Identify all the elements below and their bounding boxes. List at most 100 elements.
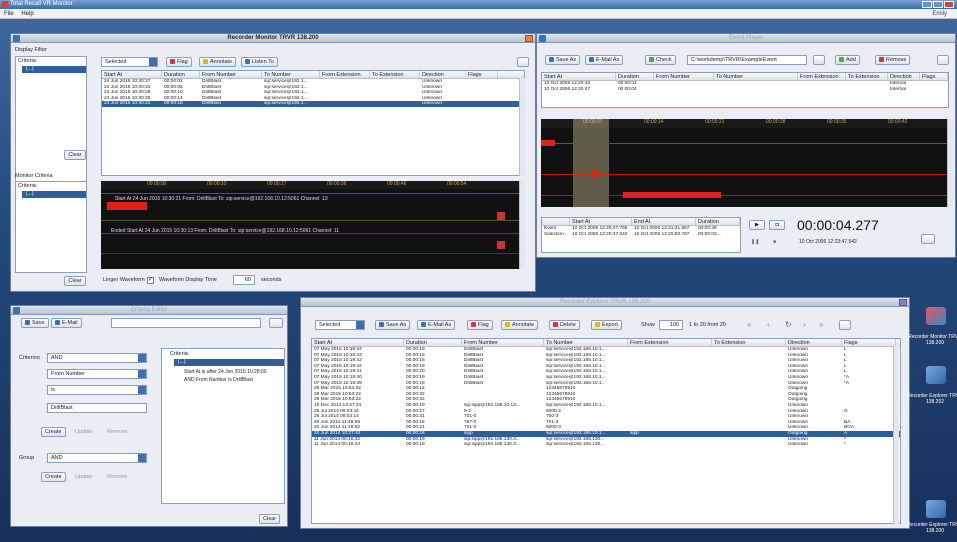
event-info-row[interactable]: Selection 10 Oct 2006 12:20:47.042 10 Oct … [542,232,740,238]
explorer-flag-button[interactable]: Flag [467,320,493,330]
monitor-col-header[interactable]: Duration [162,71,200,78]
monitor-col-header[interactable]: From Extension [320,71,370,78]
stop-icon[interactable]: ■ [773,239,776,245]
explorer-selected-combo[interactable]: Selected [315,320,365,330]
waveform-time-input[interactable]: 60 [233,275,255,285]
listen-button[interactable]: Listen To [241,57,278,67]
show-count-input[interactable]: 100 [659,320,683,330]
layout-icon[interactable] [839,320,851,330]
add-button[interactable]: Add [835,55,860,65]
remove-criterion-button[interactable]: Remove [107,429,127,435]
clear-criteria-button[interactable]: Clear [259,514,281,524]
event-col-header[interactable]: To Number [714,73,798,80]
event-col-header[interactable]: Flags [920,73,948,80]
explorer-col-header[interactable]: To Number [544,339,628,346]
event-col-header[interactable]: From Extension [798,73,846,80]
save-as-button[interactable]: Save As [545,55,581,65]
check-button[interactable]: Check [645,55,676,65]
update-criterion-button[interactable]: Update [75,429,93,435]
refresh-icon[interactable]: ↻ [785,320,792,329]
clear-monitor-button[interactable]: Clear [64,276,86,286]
explorer-col-header[interactable]: To Extension [712,339,786,346]
play-button[interactable]: ▶ [749,220,765,230]
monitor-criteria-item[interactable]: (...) [22,191,86,198]
annotate-button[interactable]: Annotate [199,57,237,67]
explorer-col-header[interactable]: Flags [842,339,896,346]
event-col-header[interactable]: Start At [542,73,616,80]
explorer-save-as-button[interactable]: Save As [375,320,411,330]
save-criteria-button[interactable]: Save [21,318,49,328]
first-page-icon[interactable]: « [747,320,751,329]
create-group-button[interactable]: Create [41,472,66,482]
criteria-item[interactable]: (...) [22,66,86,73]
monitor-col-header[interactable]: From Number [200,71,262,78]
last-page-icon[interactable]: » [819,320,823,329]
event-path-field[interactable]: C:\workdemp\TRVR\ExampleEvent [687,55,807,65]
open-icon[interactable] [269,318,283,328]
monitor-col-header[interactable]: Direction [420,71,466,78]
criteria-name-field[interactable] [111,318,261,328]
recorder-monitor-desktop-icon[interactable] [926,307,946,325]
close-button[interactable] [944,1,954,8]
monitor-col-header[interactable]: Start At [102,71,162,78]
monitor-col-header[interactable]: To Number [262,71,320,78]
loop-button[interactable]: ◘ [769,220,785,230]
field-combo[interactable]: From Number [47,369,147,379]
tree-item[interactable]: (...) [174,359,284,366]
event-info-col-header[interactable]: Start At [570,218,632,225]
event-waveform-scrollbar[interactable] [947,119,953,207]
restore-icon[interactable] [899,299,907,306]
selected-combo[interactable]: Selected [101,57,158,67]
menu-help[interactable]: Help [21,11,33,17]
browse-icon[interactable] [813,55,825,65]
monitor-col-header[interactable]: To Extension [370,71,420,78]
event-info-col-header[interactable]: Duration [696,218,740,225]
group-combo[interactable]: AND [47,453,147,463]
email-criteria-button[interactable]: E-Mail [51,318,82,328]
remove-button[interactable]: Remove [875,55,911,65]
waveform-scrollbar[interactable] [519,181,525,269]
close-icon[interactable] [525,35,533,42]
event-row[interactable]: 10 Oct 2006 12:20:47 00:00:04 Internal [542,87,948,93]
display-filter-tree[interactable]: Criteria: (...) [15,56,87,186]
criterion-combo[interactable]: AND [47,353,147,363]
monitor-criteria-tree[interactable]: Criteria: (...) [15,181,87,273]
event-col-header[interactable]: To Extension [846,73,888,80]
criteria-tree[interactable]: Criteria: (...) Start At is after 24 Jun… [161,348,285,504]
explorer-delete-button[interactable]: Delete [549,320,580,330]
monitor-col-header[interactable]: Flags [466,71,498,78]
next-page-icon[interactable]: › [803,320,806,329]
explorer-col-header[interactable]: Duration [404,339,462,346]
email-as-button[interactable]: E-Mail As [585,55,624,65]
explorer-col-header[interactable]: From Extension [628,339,712,346]
value-field[interactable]: DrillBlast [47,403,147,413]
explorer-col-header[interactable]: Start At [312,339,404,346]
explorer-email-as-button[interactable]: E-Mail As [417,320,456,330]
explorer-annotate-button[interactable]: Annotate [501,320,539,330]
explorer-scrollbar[interactable] [893,346,899,524]
update-group-button[interactable]: Update [75,474,93,480]
event-info-col-header[interactable]: End At [632,218,696,225]
minimize-button[interactable] [922,1,932,8]
layout-icon[interactable] [517,57,529,67]
clear-filter-button[interactable]: Clear [64,150,86,160]
prev-page-icon[interactable]: ‹ [767,320,770,329]
explorer-row[interactable]: 11 Jun 2014 00:16:24 00:00:19 sip:sipp@192… [312,442,900,448]
layout-icon[interactable] [937,55,949,65]
remove-group-button[interactable]: Remove [107,474,127,480]
explorer-col-header[interactable]: Direction [786,339,842,346]
explorer-col-header[interactable]: From Number [462,339,544,346]
expand-icon[interactable] [921,234,935,244]
explorer-export-button[interactable]: Export [591,320,622,330]
maximize-button[interactable] [933,1,943,8]
monitor-table-scrollbar[interactable] [519,78,525,176]
operator-combo[interactable]: is [47,385,147,395]
pause-icon[interactable]: ❚❚ [751,239,759,245]
event-col-header[interactable]: Direction [888,73,920,80]
recorder-explorer-desktop-icon[interactable] [926,366,946,384]
recorder-explorer-desktop-icon-2[interactable] [926,500,946,518]
monitor-row[interactable]: 24 Jun 2015 10:30:21 00:00:18 DrillBlast si… [102,101,524,107]
menu-file[interactable]: File [4,11,14,17]
linger-checkbox[interactable]: ✓ [147,277,154,284]
flag-button[interactable]: Flag [166,57,192,67]
